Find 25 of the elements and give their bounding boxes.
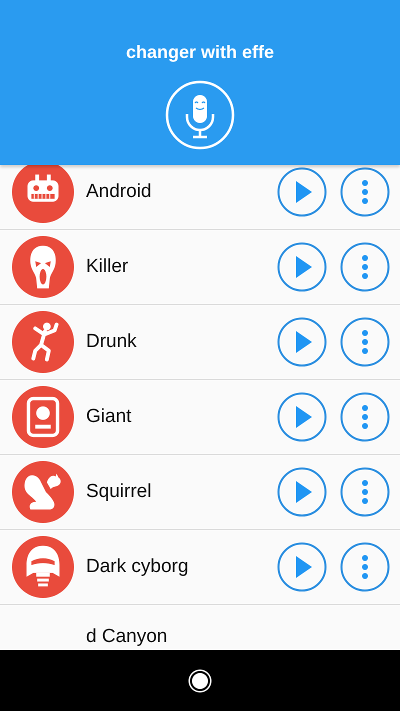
play-button[interactable] [277, 242, 327, 292]
microphone-icon[interactable] [165, 80, 235, 150]
play-button[interactable] [277, 317, 327, 367]
helmet-icon [12, 536, 74, 598]
more-options-button[interactable] [340, 317, 390, 367]
play-button[interactable] [277, 392, 327, 442]
effect-name: Squirrel [86, 481, 152, 503]
more-options-button[interactable] [340, 542, 390, 592]
more-options-button[interactable] [340, 467, 390, 517]
more-options-button[interactable] [340, 167, 390, 217]
effect-name: Dark cyborg [86, 556, 190, 578]
effect-name: d Canyon [86, 626, 168, 648]
effect-name: Android [86, 181, 152, 203]
dancer-icon [12, 311, 74, 373]
mask-icon [12, 236, 74, 298]
app-title: changer with effe [126, 42, 274, 63]
play-button[interactable] [277, 542, 327, 592]
play-button[interactable] [277, 167, 327, 217]
home-button[interactable] [190, 670, 210, 690]
more-options-button[interactable] [340, 392, 390, 442]
play-button[interactable] [277, 467, 327, 517]
effect-name: Giant [86, 406, 132, 428]
more-options-button[interactable] [340, 242, 390, 292]
effect-name: Drunk [86, 331, 138, 353]
effect-name: Killer [86, 256, 130, 278]
